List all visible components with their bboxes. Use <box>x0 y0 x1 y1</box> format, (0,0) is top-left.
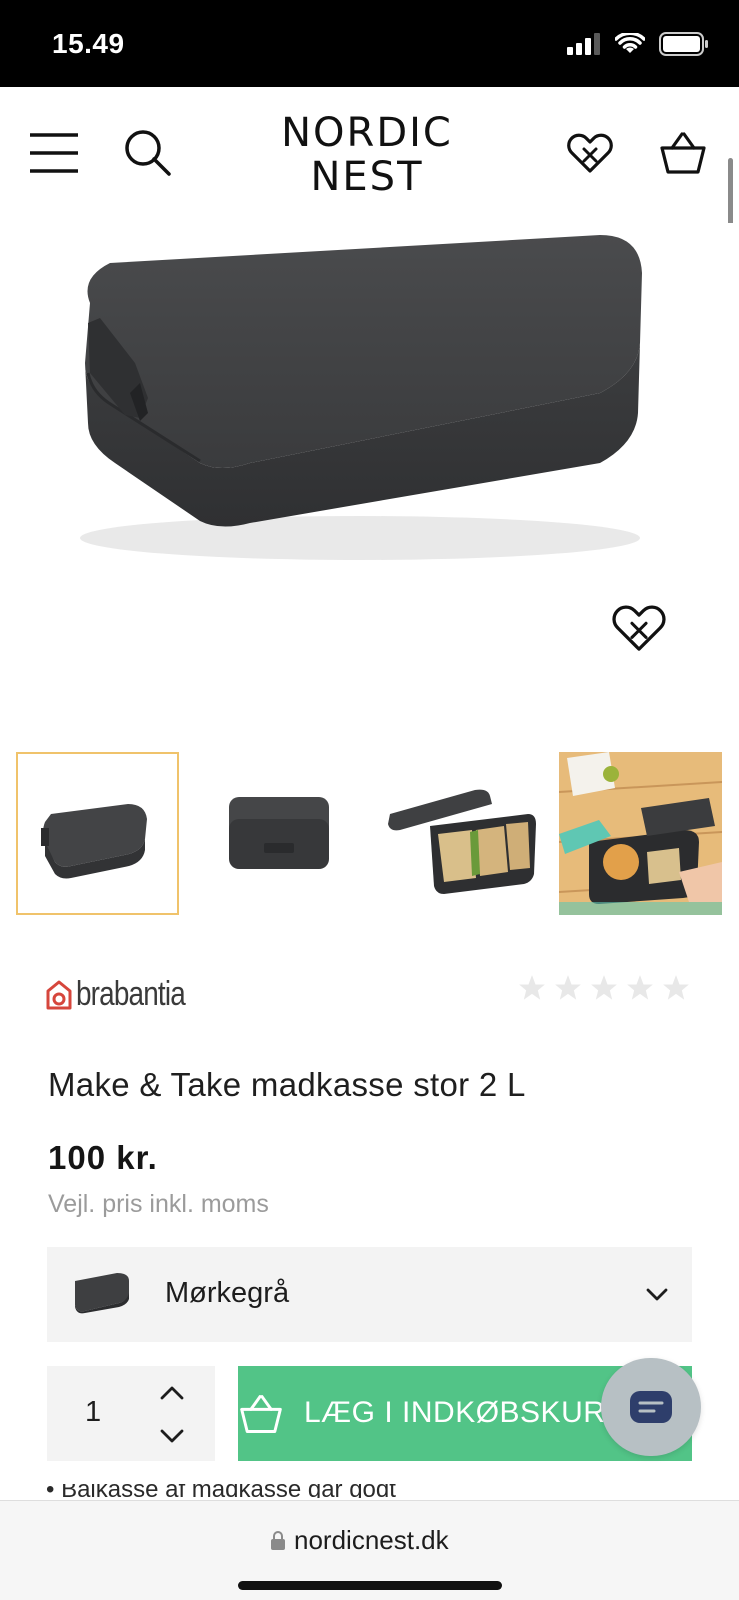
chevron-down-icon <box>160 1429 184 1443</box>
lunchbox-open-thumb <box>387 789 536 894</box>
product-price: 100 kr. <box>48 1139 158 1176</box>
thumbnail-4[interactable] <box>559 752 722 915</box>
thumbnail-1[interactable] <box>16 752 179 915</box>
logo-line1: NORDIC <box>281 110 453 156</box>
lunchbox-thumb <box>75 1273 129 1314</box>
hero-wishlist-button[interactable] <box>612 603 666 658</box>
url-display[interactable]: nordicnest.dk <box>270 1525 449 1556</box>
thumbnail-2[interactable] <box>197 752 360 915</box>
lifestyle-thumb <box>559 752 722 915</box>
price-note: Vejl. pris inkl. moms <box>48 1190 269 1218</box>
status-bar: 15.49 <box>0 0 739 87</box>
chevron-down-icon <box>646 1288 668 1301</box>
basket-icon <box>660 132 706 174</box>
heart-icon <box>567 133 613 173</box>
logo-line2: NEST <box>310 154 424 200</box>
status-icons <box>567 32 709 56</box>
signal-icon <box>567 33 600 55</box>
product-title: Make & Take madkasse stor 2 L <box>48 1066 526 1103</box>
lunchbox-thumb <box>228 796 329 869</box>
battery-icon <box>659 32 708 56</box>
partial-feature-text: • Bålkasse af madkasse går godt <box>46 1484 466 1498</box>
brand-name: brabantia <box>76 975 186 1013</box>
add-to-cart-label: LÆG I INDKØBSKURV <box>304 1396 626 1429</box>
search-icon <box>125 130 171 176</box>
star-icon <box>555 975 581 1000</box>
partial-feature-label: • Bålkasse af madkasse går godt <box>46 1484 396 1498</box>
thumbnail-3[interactable] <box>378 752 541 915</box>
variant-select[interactable]: Mørkegrå <box>47 1247 692 1342</box>
chevron-up-icon <box>160 1386 184 1400</box>
brabantia-logo-icon <box>46 980 72 1009</box>
quantity-value: 1 <box>85 1396 102 1428</box>
quantity-decrease-button[interactable] <box>152 1421 192 1451</box>
star-icon <box>663 975 689 1000</box>
star-icon <box>519 975 545 1000</box>
menu-button[interactable] <box>28 129 80 177</box>
lock-icon <box>271 1530 285 1550</box>
wishlist-button[interactable] <box>565 129 615 177</box>
basket-icon <box>240 1395 282 1433</box>
chat-button[interactable] <box>601 1358 701 1456</box>
home-indicator[interactable] <box>238 1581 502 1590</box>
status-time: 15.49 <box>52 28 125 59</box>
menu-icon <box>30 133 78 173</box>
url-text: nordicnest.dk <box>294 1525 449 1555</box>
variant-selected-label: Mørkegrå <box>165 1277 290 1309</box>
wifi-icon <box>615 33 645 53</box>
chat-icon <box>630 1391 672 1423</box>
quantity-stepper[interactable]: 1 <box>47 1366 215 1461</box>
star-icon <box>591 975 617 1000</box>
thumbnail-strip <box>16 752 722 915</box>
star-icon <box>627 975 653 1000</box>
variant-thumbnail <box>69 1269 135 1324</box>
brand-link[interactable]: brabantia <box>46 975 209 1014</box>
browser-url-bar[interactable]: nordicnest.dk <box>0 1500 739 1600</box>
lunchbox-thumb <box>40 803 147 878</box>
basket-button[interactable] <box>657 127 709 179</box>
search-button[interactable] <box>122 127 174 179</box>
quantity-increase-button[interactable] <box>152 1378 192 1408</box>
site-header: NORDIC NEST <box>0 87 739 223</box>
site-logo[interactable]: NORDIC NEST <box>262 111 472 199</box>
heart-icon <box>612 605 666 651</box>
rating-stars[interactable] <box>518 974 690 1002</box>
